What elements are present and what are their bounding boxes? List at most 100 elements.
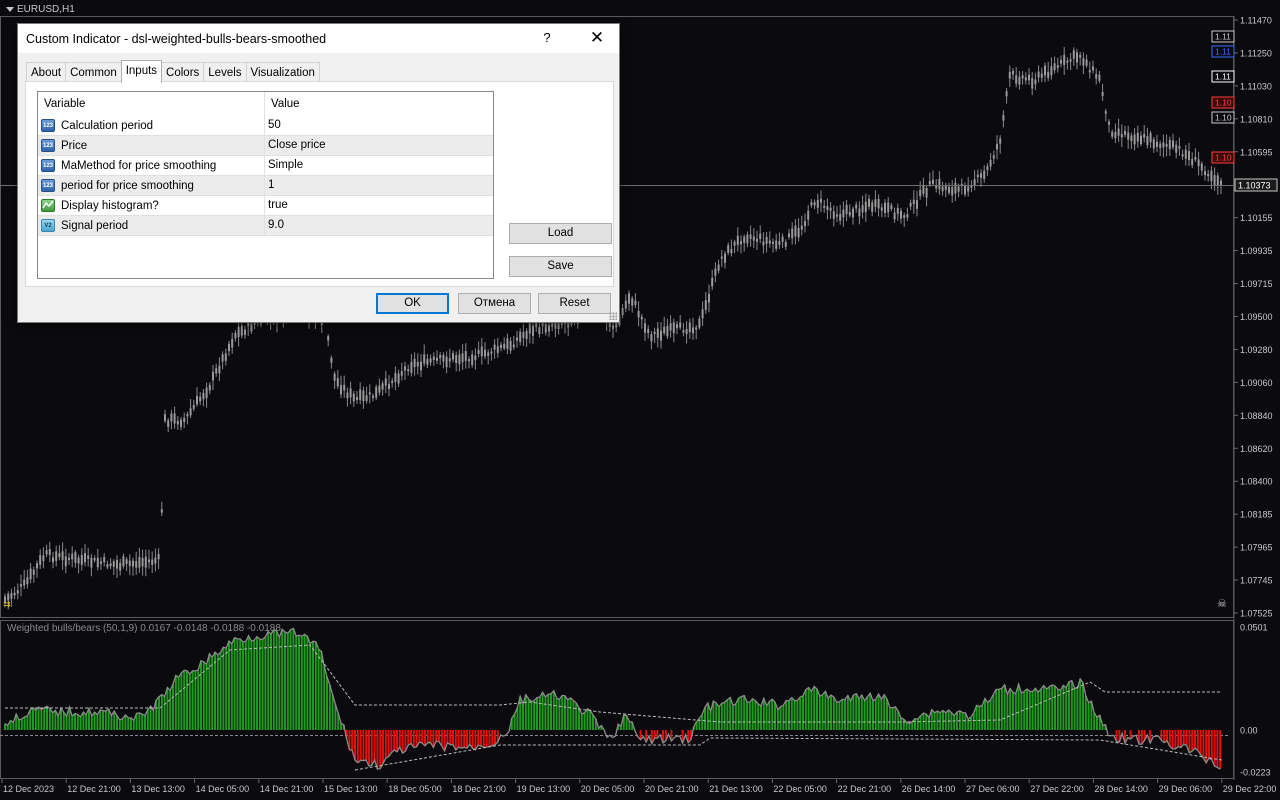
candle-body: [493, 344, 496, 350]
candle-body: [10, 593, 13, 599]
candle-body: [756, 238, 758, 242]
candle-body: [941, 186, 944, 192]
value-column-header[interactable]: Value: [265, 92, 493, 116]
candle-body: [23, 579, 26, 586]
double-type-icon: V2: [41, 219, 55, 232]
tab-levels[interactable]: Levels: [203, 62, 247, 83]
candle-body: [647, 329, 650, 334]
candle-body: [234, 332, 237, 339]
inputs-grid[interactable]: Variable Value 123 Calculation period 50 12…: [37, 91, 494, 279]
candle-body: [397, 373, 400, 384]
candle-body: [804, 221, 806, 227]
candle-body: [228, 343, 230, 352]
candle-body: [362, 390, 365, 402]
input-row[interactable]: 123 period for price smoothing 1: [38, 176, 493, 196]
value-cell[interactable]: 9.0: [265, 216, 493, 235]
save-button[interactable]: Save: [509, 256, 612, 277]
candle-body: [980, 173, 982, 178]
candle-body: [1220, 180, 1222, 186]
integer-type-icon: 123: [41, 139, 55, 152]
candle-body: [932, 179, 934, 184]
candle-body: [557, 323, 560, 330]
candle-body: [61, 551, 64, 561]
candle-body: [176, 420, 179, 425]
price-axis-label: 1.09280: [1240, 345, 1273, 355]
price-tag-label: 1.11: [1215, 47, 1231, 57]
candle-body: [330, 357, 333, 363]
candle-body: [391, 380, 394, 383]
candle-body: [180, 419, 182, 427]
value-cell[interactable]: true: [265, 196, 493, 215]
reset-button[interactable]: Reset: [538, 293, 611, 314]
candle-body: [122, 556, 125, 567]
candle-body: [490, 351, 493, 354]
tab-inputs[interactable]: Inputs: [120, 60, 163, 83]
symbol-label[interactable]: EURUSD,H1: [6, 4, 75, 15]
price-axis-label: 1.09060: [1240, 378, 1273, 388]
variable-column-header[interactable]: Variable: [38, 92, 265, 116]
candle-body: [1172, 140, 1174, 148]
candle-body: [436, 357, 438, 361]
ok-button[interactable]: OK: [376, 293, 449, 314]
candle-body: [1165, 143, 1168, 147]
candle-body: [868, 198, 870, 207]
input-row[interactable]: 123 MaMethod for price smoothing Simple: [38, 156, 493, 176]
tab-colors[interactable]: Colors: [161, 62, 205, 83]
candle-body: [1136, 132, 1139, 142]
candle-body: [420, 361, 422, 371]
input-row[interactable]: 123 Calculation period 50: [38, 116, 493, 136]
candle-body: [400, 371, 403, 376]
candle-body: [39, 555, 42, 566]
candle-body: [1111, 131, 1114, 137]
candle-body: [829, 207, 832, 211]
value-cell[interactable]: Simple: [265, 156, 493, 175]
candle-body: [826, 206, 829, 210]
candle-body: [372, 395, 374, 398]
candle-body: [218, 365, 221, 374]
candle-body: [906, 214, 909, 218]
candle-body: [1194, 156, 1197, 160]
price-axis-label: 1.10155: [1240, 213, 1273, 223]
input-row[interactable]: 123 Price Close price: [38, 136, 493, 156]
candle-body: [1140, 135, 1142, 145]
candle-body: [1162, 142, 1165, 148]
input-row[interactable]: V2 Signal period 9.0: [38, 216, 493, 236]
resize-grip-icon[interactable]: [609, 312, 617, 320]
tab-about[interactable]: About: [26, 62, 67, 83]
help-button[interactable]: ?: [537, 30, 557, 45]
value-cell[interactable]: 1: [265, 176, 493, 195]
candle-body: [983, 170, 986, 180]
time-axis-label: 20 Dec 21:00: [645, 784, 699, 794]
candle-body: [93, 558, 96, 561]
candle-body: [1168, 139, 1171, 150]
candle-body: [109, 563, 112, 567]
candle-body: [660, 330, 662, 341]
cancel-button[interactable]: Отмена: [458, 293, 531, 314]
candle-body: [423, 354, 426, 364]
candle-body: [1076, 52, 1078, 63]
candle-body: [84, 553, 86, 563]
value-cell[interactable]: 50: [265, 116, 493, 135]
tab-common[interactable]: Common: [65, 62, 122, 83]
candle-body: [26, 577, 29, 585]
time-axis-label: 26 Dec 14:00: [902, 784, 956, 794]
candle-body: [538, 326, 541, 335]
candle-body: [788, 233, 790, 238]
input-row[interactable]: Display histogram? true: [38, 196, 493, 216]
candle-body: [1092, 66, 1094, 71]
price-tag-label: 1.11: [1215, 32, 1231, 42]
close-button[interactable]: ✕: [587, 28, 607, 48]
candle-body: [781, 236, 784, 242]
dialog-titlebar[interactable]: Custom Indicator - dsl-weighted-bulls-be…: [18, 24, 619, 53]
candle-body: [720, 256, 723, 259]
tab-visualization[interactable]: Visualization: [245, 62, 320, 83]
dropdown-triangle-icon[interactable]: [6, 7, 14, 12]
candle-body: [103, 556, 106, 563]
candle-body: [368, 392, 371, 395]
candle-body: [701, 309, 704, 319]
candle-body: [240, 325, 243, 336]
candle-body: [237, 326, 240, 338]
candle-body: [1024, 77, 1027, 81]
load-button[interactable]: Load: [509, 223, 612, 244]
value-cell[interactable]: Close price: [265, 136, 493, 155]
